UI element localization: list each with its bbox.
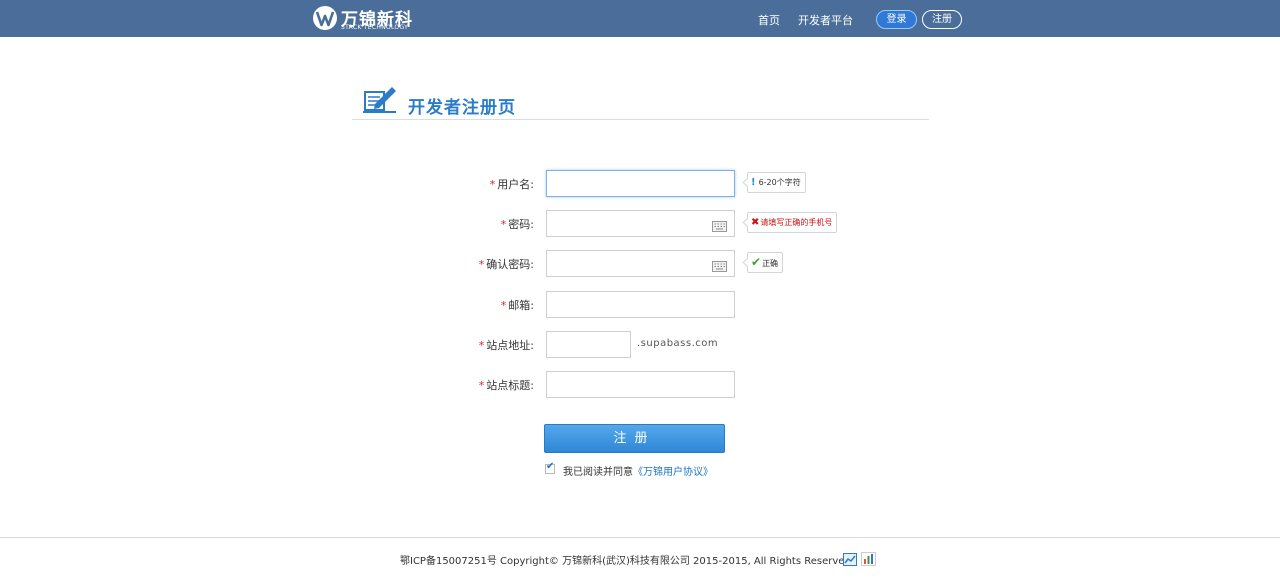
password-input[interactable] bbox=[546, 210, 735, 237]
email-label: * 邮箱: bbox=[500, 299, 534, 312]
domain-suffix: .supabass.com bbox=[637, 338, 719, 349]
error-x-icon: ✖ bbox=[751, 217, 760, 228]
info-icon: ! bbox=[751, 177, 756, 188]
keyboard-icon[interactable] bbox=[712, 217, 727, 236]
register-submit-button[interactable]: 注册 bbox=[544, 424, 725, 453]
login-button[interactable]: 登录 bbox=[876, 10, 917, 29]
username-input[interactable] bbox=[546, 170, 735, 197]
site-title-label: * 站点标题: bbox=[478, 379, 534, 392]
statistics-chart-icon[interactable] bbox=[843, 551, 857, 570]
checkmark-icon: ✔ bbox=[546, 461, 555, 472]
register-nav-button[interactable]: 注册 bbox=[922, 10, 962, 29]
edit-document-icon bbox=[362, 84, 398, 118]
user-agreement-link[interactable]: 《万锦用户协议》 bbox=[633, 467, 713, 478]
site-address-input[interactable] bbox=[546, 331, 631, 358]
nav-home[interactable]: 首页 bbox=[758, 12, 780, 28]
analytics-bar-icon[interactable] bbox=[861, 551, 876, 570]
site-address-label: * 站点地址: bbox=[478, 339, 534, 352]
email-input[interactable] bbox=[546, 291, 735, 318]
confirm-password-ok-tip: ✔正确 bbox=[747, 252, 784, 273]
footer-copyright: 鄂ICP备15007251号 Copyright© 万锦新科(武汉)科技有限公司… bbox=[400, 556, 854, 567]
confirm-password-label: * 确认密码: bbox=[478, 258, 534, 271]
password-error-tip: ✖请填写正确的手机号 bbox=[747, 212, 838, 233]
footer-divider bbox=[0, 537, 1280, 538]
top-navbar: 万锦新科 STACK TECHNOLOGY 首页 开发者平台 登录 注册 bbox=[0, 0, 1280, 37]
checkmark-icon: ✔ bbox=[751, 255, 762, 269]
username-tip: ! 6-20个字符 bbox=[747, 172, 806, 193]
page-heading: 开发者注册页 bbox=[352, 80, 929, 120]
logo-subtitle: STACK TECHNOLOGY bbox=[341, 24, 409, 31]
password-label: * 密码: bbox=[500, 218, 534, 231]
site-title-input[interactable] bbox=[546, 371, 735, 398]
username-label: * 用户名: bbox=[489, 178, 534, 191]
confirm-password-input[interactable] bbox=[546, 250, 735, 277]
logo-w-icon bbox=[313, 6, 337, 30]
page-title: 开发者注册页 bbox=[408, 98, 516, 118]
agree-text: 我已阅读并同意《万锦用户协议》 bbox=[563, 467, 713, 478]
nav-dev-platform[interactable]: 开发者平台 bbox=[798, 12, 853, 28]
keyboard-icon[interactable] bbox=[712, 257, 727, 276]
agree-checkbox[interactable]: ✔ bbox=[545, 461, 555, 474]
